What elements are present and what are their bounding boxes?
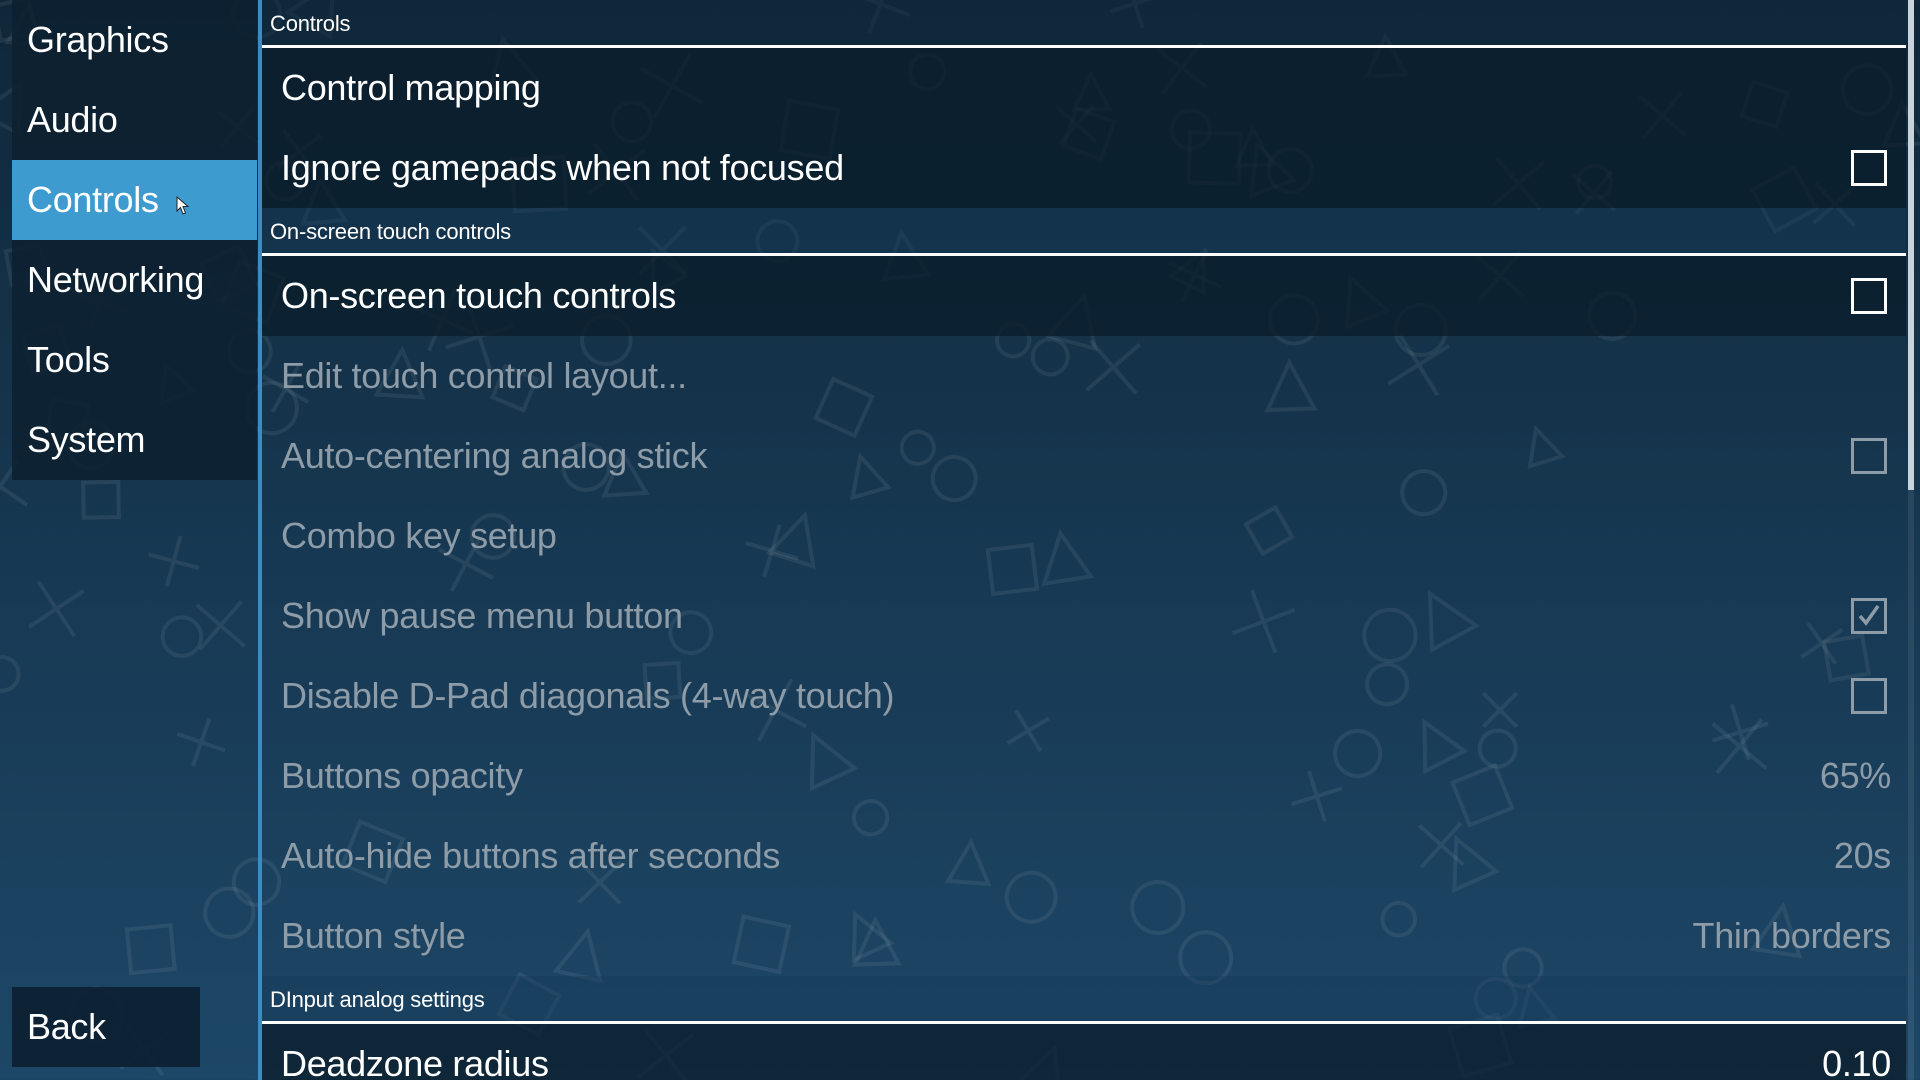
- setting-combo-key-setup[interactable]: Combo key setup: [262, 496, 1906, 576]
- setting-label: Auto-centering analog stick: [281, 435, 708, 476]
- sidebar-item-controls[interactable]: Controls: [12, 160, 257, 240]
- sidebar-item-label: System: [27, 419, 146, 460]
- section-header-controls: Controls: [262, 0, 1906, 48]
- cross-icon: [28, 580, 85, 638]
- sidebar: Graphics Audio Controls Networking Tools Syst…: [12, 0, 257, 480]
- setting-label: Edit touch control layout...: [281, 355, 687, 396]
- circle-icon: [160, 615, 204, 658]
- sidebar-item-tools[interactable]: Tools: [12, 320, 257, 400]
- back-button[interactable]: Back: [12, 987, 200, 1067]
- square-icon: [81, 479, 121, 520]
- scrollbar-thumb[interactable]: [1908, 0, 1914, 490]
- setting-show-pause-menu-button[interactable]: Show pause menu button: [262, 576, 1906, 656]
- setting-control-mapping[interactable]: Control mapping: [262, 48, 1906, 128]
- setting-value: 0.10: [1822, 1043, 1891, 1080]
- settings-list: Controls Control mapping Ignore gamepads w…: [258, 0, 1906, 1080]
- sidebar-item-networking[interactable]: Networking: [12, 240, 257, 320]
- setting-button-style[interactable]: Button style Thin borders: [262, 896, 1906, 976]
- sidebar-item-label: Tools: [27, 339, 110, 380]
- checkmark-icon: [1858, 604, 1880, 626]
- sidebar-item-system[interactable]: System: [12, 400, 257, 480]
- checkbox[interactable]: [1851, 598, 1887, 634]
- sidebar-item-label: Networking: [27, 259, 205, 300]
- circle-icon: [203, 886, 256, 939]
- section-header-on-screen-touch-controls: On-screen touch controls: [262, 208, 1906, 256]
- back-button-label: Back: [27, 1006, 106, 1047]
- setting-label: Combo key setup: [281, 515, 557, 556]
- checkbox[interactable]: [1851, 278, 1887, 314]
- mouse-pointer-icon: [176, 196, 190, 215]
- setting-disable-d-pad-diagonals-4-way-touch[interactable]: Disable D-Pad diagonals (4-way touch): [262, 656, 1906, 736]
- sidebar-item-graphics[interactable]: Graphics: [12, 0, 257, 80]
- circle-icon: [0, 655, 21, 693]
- setting-on-screen-touch-controls[interactable]: On-screen touch controls: [262, 256, 1906, 336]
- sidebar-item-label: Audio: [27, 99, 118, 140]
- sidebar-item-label: Graphics: [27, 19, 169, 60]
- setting-label: Control mapping: [281, 67, 541, 108]
- setting-label: Buttons opacity: [281, 755, 523, 796]
- setting-value: 20s: [1833, 835, 1891, 876]
- setting-label: Show pause menu button: [281, 595, 683, 636]
- setting-label: Deadzone radius: [281, 1043, 549, 1080]
- cross-icon: [148, 535, 200, 587]
- setting-deadzone-radius[interactable]: Deadzone radius 0.10: [262, 1024, 1906, 1080]
- setting-auto-hide-buttons-after-seconds[interactable]: Auto-hide buttons after seconds 20s: [262, 816, 1906, 896]
- setting-auto-centering-analog-stick[interactable]: Auto-centering analog stick: [262, 416, 1906, 496]
- sidebar-item-audio[interactable]: Audio: [12, 80, 257, 160]
- cross-icon: [195, 600, 247, 651]
- setting-label: Ignore gamepads when not focused: [281, 147, 844, 188]
- setting-buttons-opacity[interactable]: Buttons opacity 65%: [262, 736, 1906, 816]
- sidebar-item-label: Controls: [27, 179, 159, 220]
- checkbox[interactable]: [1851, 678, 1887, 714]
- setting-edit-touch-control-layout[interactable]: Edit touch control layout...: [262, 336, 1906, 416]
- setting-value: Thin borders: [1692, 915, 1892, 956]
- setting-value: 65%: [1819, 755, 1891, 796]
- checkbox[interactable]: [1851, 438, 1887, 474]
- section-header-dinput-analog-settings: DInput analog settings: [262, 976, 1906, 1024]
- square-icon: [124, 923, 177, 976]
- setting-label: Disable D-Pad diagonals (4-way touch): [281, 675, 895, 716]
- setting-label: Auto-hide buttons after seconds: [281, 835, 781, 876]
- checkbox[interactable]: [1851, 150, 1887, 186]
- setting-label: On-screen touch controls: [281, 275, 676, 316]
- cross-icon: [176, 717, 226, 767]
- setting-label: Button style: [281, 915, 466, 956]
- setting-ignore-gamepads-when-not-focused[interactable]: Ignore gamepads when not focused: [262, 128, 1906, 208]
